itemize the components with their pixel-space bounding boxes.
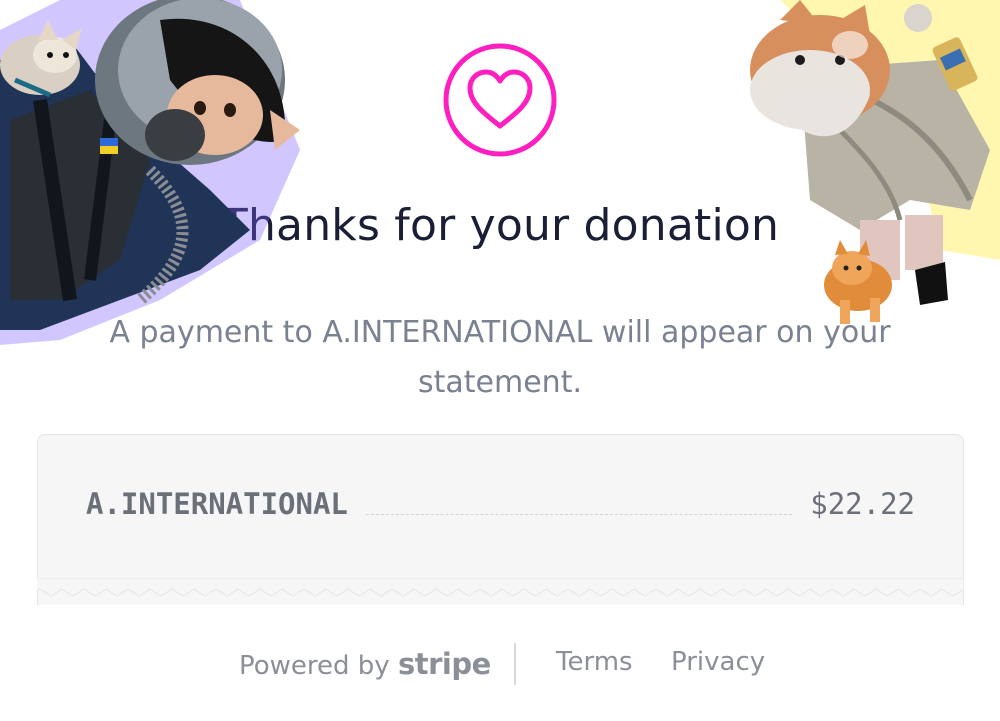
powered-by-stripe[interactable]: Powered by stripe [239,647,491,681]
privacy-link[interactable]: Privacy [671,647,765,677]
dotted-leader [365,513,793,515]
receipt-torn-edge [37,578,964,597]
merchant-name: A.INTERNATIONAL [86,487,348,521]
receipt-line-item: A.INTERNATIONAL $22.22 [86,487,915,521]
donation-confirmation-page: Thanks for your donation A payment to A.… [0,0,1000,721]
donation-amount: $22.22 [810,487,915,521]
footer: Powered by stripe Terms Privacy [0,643,1000,685]
terms-link[interactable]: Terms [556,647,633,677]
stripe-logo: stripe [397,647,491,681]
robed-cat-sticker [750,0,1000,324]
heart-icon [443,43,557,157]
powered-by-label: Powered by [239,651,390,681]
footer-divider [514,643,516,685]
pilot-cat-sticker [0,0,300,345]
